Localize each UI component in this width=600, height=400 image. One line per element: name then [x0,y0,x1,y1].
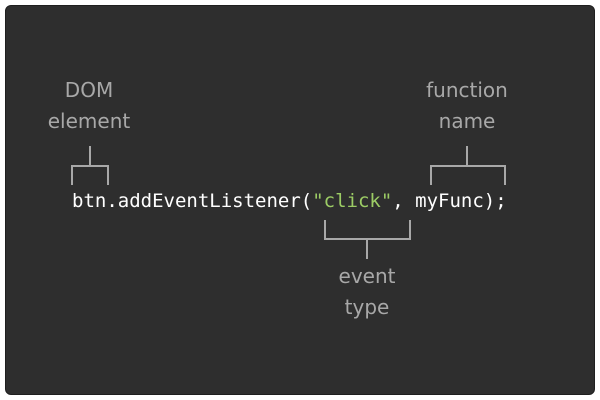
code-string-arg: "click" [312,190,392,212]
annotated-code-diagram: DOM element function name btn.addEventLi… [48,78,508,319]
dom-element-bracket [71,146,109,185]
dom-element-label-line1: DOM [65,78,113,102]
event-type-label-line2: type [345,295,390,319]
code-line: btn.addEventListener("click", myFunc); [72,190,507,212]
code-prefix: btn.addEventListener( [72,190,312,212]
function-name-label-line2: name [439,109,496,133]
event-type-bracket [324,220,411,259]
code-suffix: , myFunc); [392,190,506,212]
dom-element-label-line2: element [48,109,131,133]
function-name-bracket [430,146,506,185]
function-name-label-line1: function [426,78,508,102]
event-type-label-line1: event [339,264,396,288]
